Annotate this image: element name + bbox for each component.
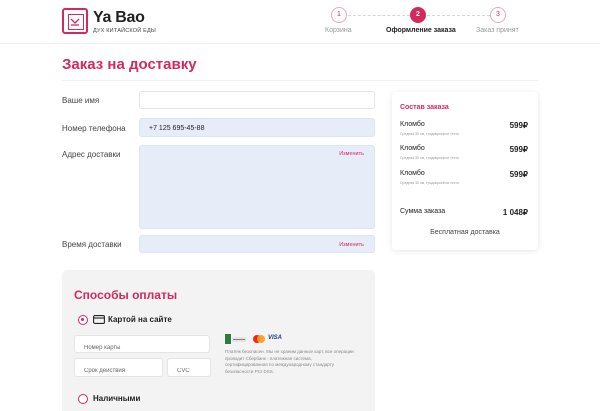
- order-item-price: 599₽: [509, 170, 528, 179]
- order-item-description: Средняя 30 см, традиционное тесто: [400, 132, 459, 136]
- card-radio[interactable]: [78, 315, 88, 325]
- phone-input[interactable]: +7 125 695-45-88: [139, 118, 375, 137]
- order-item-name: Кломбо: [400, 145, 425, 152]
- brand-name: Ya Bao: [93, 9, 145, 26]
- pci-dss-logo: [225, 334, 246, 344]
- address-edit-link[interactable]: Изменить: [339, 151, 364, 157]
- visa-logo: VISA: [268, 335, 283, 341]
- payment-title: Способы оплаты: [74, 288, 178, 302]
- card-number-input[interactable]: [74, 335, 210, 356]
- order-item-price: 599₽: [509, 121, 528, 130]
- page-title: Заказ на доставку: [62, 56, 197, 73]
- credit-card-icon: [93, 315, 105, 324]
- header: Ya Bao ДУХ КИТАЙСКОЙ ЕДЫ 1 2 3 Корзина О…: [0, 0, 600, 44]
- step-connector: [427, 15, 490, 16]
- order-item-price: 599₽: [509, 145, 528, 154]
- logo-icon[interactable]: [62, 8, 88, 34]
- time-edit-link[interactable]: Изменить: [339, 242, 364, 248]
- cvc-field[interactable]: [168, 362, 210, 380]
- brand-tagline: ДУХ КИТАЙСКОЙ ЕДЫ: [93, 28, 156, 34]
- address-label: Адрес доставки: [62, 150, 121, 159]
- cvc-input[interactable]: [167, 358, 211, 380]
- phone-label: Номер телефона: [62, 124, 126, 133]
- name-label: Ваше имя: [62, 96, 100, 105]
- expiry-field[interactable]: [75, 362, 162, 380]
- step-1-label[interactable]: Корзина: [325, 27, 352, 34]
- order-item-description: Средняя 30 см, традиционное тесто: [400, 181, 459, 185]
- order-item-name: Кломбо: [400, 121, 425, 128]
- secure-payment-note: Платеж безопасен. Мы не храним данные ка…: [225, 349, 354, 374]
- total-value: 1 048₽: [502, 208, 528, 217]
- name-input[interactable]: [139, 91, 375, 109]
- time-label: Время доставки: [62, 240, 122, 249]
- cash-option-label[interactable]: Наличными: [93, 394, 140, 403]
- step-2-indicator: 2: [410, 7, 426, 23]
- step-connector: [348, 15, 410, 16]
- mastercard-logo: [253, 335, 265, 343]
- free-delivery-note: Бесплатная доставка: [430, 229, 500, 236]
- payment-panel: Способы оплаты Картой на сайте VISA Плат…: [62, 270, 375, 411]
- card-number-field[interactable]: [75, 340, 209, 356]
- step-1-indicator[interactable]: 1: [331, 7, 347, 23]
- time-input[interactable]: Изменить: [139, 235, 375, 253]
- total-label: Сумма заказа: [400, 208, 446, 215]
- phone-value: +7 125 695-45-88: [149, 125, 205, 132]
- step-3-label: Заказ принят: [476, 27, 519, 34]
- order-item-name: Кломбо: [400, 170, 425, 177]
- divider: [62, 80, 538, 81]
- order-item-description: Средняя 30 см, традиционное тесто: [400, 156, 459, 160]
- card-option-label[interactable]: Картой на сайте: [108, 315, 172, 324]
- address-input[interactable]: Изменить: [139, 145, 375, 229]
- expiry-input[interactable]: [74, 358, 163, 380]
- step-2-label: Оформление заказа: [386, 27, 456, 34]
- order-summary: Состав заказа Кломбо Средняя 30 см, трад…: [392, 92, 538, 250]
- step-3-indicator: 3: [490, 7, 506, 23]
- summary-title: Состав заказа: [400, 104, 449, 111]
- cash-radio[interactable]: [78, 394, 88, 404]
